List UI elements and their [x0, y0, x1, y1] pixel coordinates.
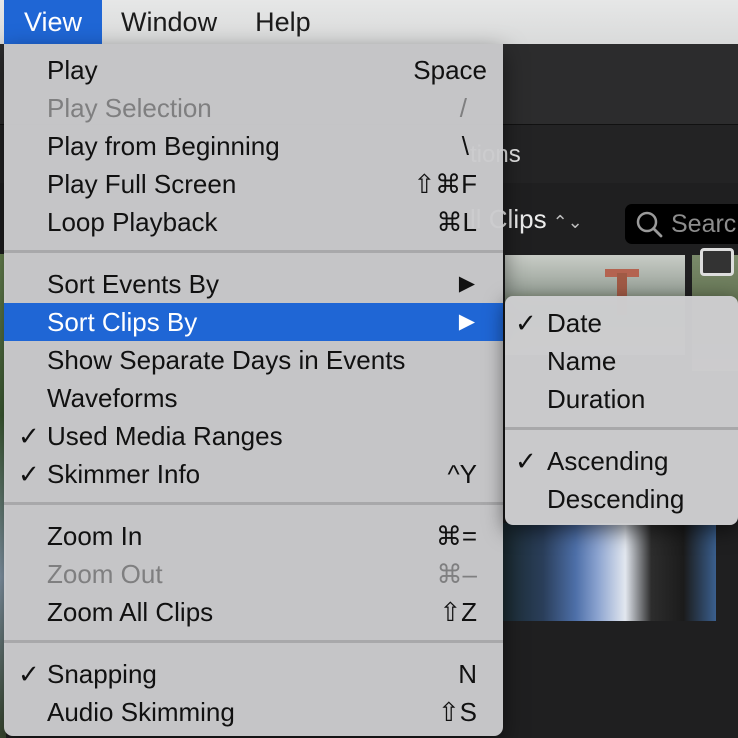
menu-item-sort-events-by[interactable]: Sort Events By ▶ — [4, 265, 503, 303]
menu-item-label: Play Selection — [47, 93, 212, 123]
checkmark-icon: ✓ — [18, 421, 40, 451]
submenu-item-label: Date — [547, 308, 602, 338]
submenu-item-duration[interactable]: Duration — [505, 380, 738, 418]
menu-separator — [4, 640, 503, 643]
submenu-arrow-icon: ▶ — [458, 310, 475, 333]
clip-thumbnail[interactable] — [500, 523, 716, 621]
shortcut-label: Space — [413, 55, 487, 85]
menu-item-zoom-out: Zoom Out ⌘– — [4, 555, 503, 593]
submenu-item-date[interactable]: ✓ Date — [505, 304, 738, 342]
search-field[interactable]: Searc — [625, 204, 738, 244]
submenu-item-label: Name — [547, 346, 617, 376]
submenu-arrow-icon: ▶ — [458, 272, 475, 295]
up-down-chevron-icon: ⌃⌄ — [552, 212, 583, 232]
shortcut-label: ^Y — [447, 459, 477, 489]
menu-item-label: Zoom Out — [47, 559, 163, 589]
menu-item-play-selection: Play Selection / — [4, 89, 503, 127]
menu-item-zoom-in[interactable]: Zoom In ⌘= — [4, 517, 503, 555]
menu-item-zoom-all-clips[interactable]: Zoom All Clips ⇧Z — [4, 593, 503, 631]
menu-item-label: Sort Clips By — [47, 307, 198, 337]
shortcut-label: \ — [461, 131, 469, 161]
menu-item-play-from-beginning[interactable]: Play from Beginning \ — [4, 127, 503, 165]
camera-icon — [700, 248, 734, 276]
checkmark-icon: ✓ — [515, 446, 537, 476]
menubar-view[interactable]: View — [4, 0, 103, 44]
submenu-item-label: Descending — [547, 484, 685, 514]
menu-item-label: Sort Events By — [47, 269, 219, 299]
submenu-item-ascending[interactable]: ✓ Ascending — [505, 442, 738, 480]
sort-clips-submenu: ✓ Date Name Duration ✓ Ascending Descend… — [505, 296, 738, 525]
menu-item-skimmer-info[interactable]: ✓ Skimmer Info ^Y — [4, 455, 503, 493]
menu-item-label: Zoom In — [47, 521, 143, 551]
search-placeholder: Searc — [671, 210, 737, 238]
shortcut-label: ⇧⌘F — [413, 169, 477, 199]
shortcut-label: ⌘– — [436, 559, 477, 589]
menu-item-show-separate-days[interactable]: Show Separate Days in Events — [4, 341, 503, 379]
checkmark-icon: ✓ — [18, 459, 40, 489]
menu-separator — [4, 502, 503, 505]
checkmark-icon: ✓ — [18, 659, 40, 689]
magnifier-icon — [636, 211, 663, 238]
menu-item-label: Play — [47, 55, 98, 85]
menu-item-play[interactable]: Play Space — [4, 51, 503, 89]
shortcut-label: ⌘L — [436, 207, 477, 237]
menubar-help[interactable]: Help — [236, 0, 330, 44]
menu-item-label: Zoom All Clips — [47, 597, 214, 627]
menu-item-label: Play Full Screen — [47, 169, 237, 199]
submenu-item-label: Ascending — [547, 446, 669, 476]
shortcut-label: ⌘= — [435, 521, 477, 551]
menu-item-loop-playback[interactable]: Loop Playback ⌘L — [4, 203, 503, 241]
submenu-item-name[interactable]: Name — [505, 342, 738, 380]
menu-item-play-full-screen[interactable]: Play Full Screen ⇧⌘F — [4, 165, 503, 203]
menu-item-label: Play from Beginning — [47, 131, 280, 161]
view-menu: Play Space Play Selection / Play from Be… — [4, 44, 503, 736]
menu-item-label: Snapping — [47, 659, 157, 689]
menu-item-label: Used Media Ranges — [47, 421, 283, 451]
menu-item-label: Waveforms — [47, 383, 178, 413]
shortcut-label: ⇧Z — [439, 597, 477, 627]
submenu-item-label: Duration — [547, 384, 646, 414]
menu-item-label: Audio Skimming — [47, 697, 235, 727]
menu-item-label: Loop Playback — [47, 207, 218, 237]
submenu-item-descending[interactable]: Descending — [505, 480, 738, 518]
shortcut-label: ⇧S — [437, 697, 477, 727]
menu-item-waveforms[interactable]: Waveforms — [4, 379, 503, 417]
menu-item-used-media-ranges[interactable]: ✓ Used Media Ranges — [4, 417, 503, 455]
shortcut-label: / — [459, 93, 467, 123]
menu-bar: View Window Help — [0, 0, 738, 44]
menu-item-sort-clips-by[interactable]: Sort Clips By ▶ — [4, 303, 503, 341]
menubar-window[interactable]: Window — [102, 0, 236, 44]
menu-separator — [4, 250, 503, 253]
checkmark-icon: ✓ — [515, 308, 537, 338]
menu-item-audio-skimming[interactable]: Audio Skimming ⇧S — [4, 693, 503, 731]
menu-item-label: Show Separate Days in Events — [47, 345, 406, 375]
menu-item-snapping[interactable]: ✓ Snapping N — [4, 655, 503, 693]
menu-separator — [505, 427, 738, 430]
shortcut-label: N — [458, 659, 477, 689]
menu-item-label: Skimmer Info — [47, 459, 201, 489]
